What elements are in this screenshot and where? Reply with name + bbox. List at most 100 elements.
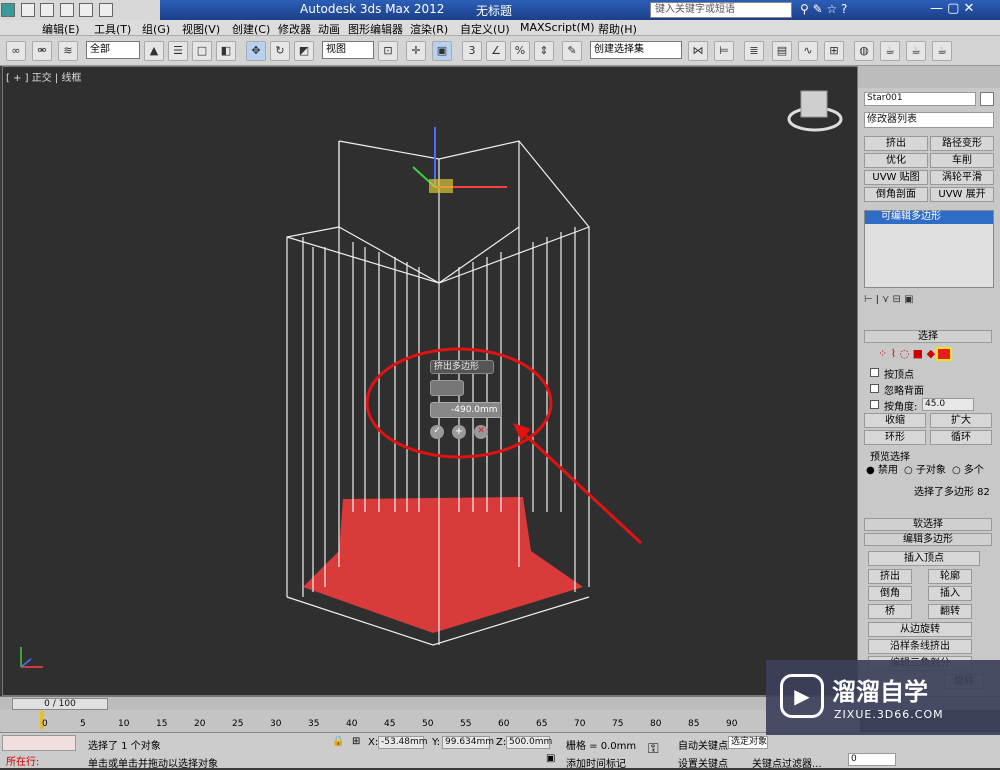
bevel-button[interactable]: 倒角 [868, 586, 912, 601]
menu-animation[interactable]: 动画 [318, 21, 340, 37]
mod-button-8[interactable]: UVW 展开 [930, 187, 994, 202]
menu-modifiers[interactable]: 修改器 [278, 21, 311, 37]
mod-button-1[interactable]: 挤出 [864, 136, 928, 151]
lock-icon[interactable]: 🔒 [332, 736, 344, 747]
polygon-mode-icon[interactable] [936, 347, 952, 361]
rendered-frame-icon[interactable]: ☕ [906, 41, 926, 61]
current-frame-field[interactable]: 0 [848, 753, 896, 766]
loop-button[interactable]: 循环 [930, 430, 992, 445]
menu-help[interactable]: 帮助(H) [598, 21, 637, 37]
extrude-along-spline-button[interactable]: 沿样条线挤出 [868, 639, 972, 654]
mod-button-3[interactable]: 优化 [864, 153, 928, 168]
preview-radio-1[interactable]: ● 禁用 [866, 461, 898, 476]
scale-icon[interactable]: ◩ [294, 41, 314, 61]
graphite-tools-icon[interactable]: ▤ [772, 41, 792, 61]
schematic-view-icon[interactable]: ⊞ [824, 41, 844, 61]
extrude-type-dropdown[interactable] [430, 380, 464, 396]
search-input[interactable]: 键入关键字或短语 [650, 2, 792, 18]
reference-coord-dropdown[interactable]: 视图 [322, 41, 374, 59]
link-icon[interactable]: ∞ [6, 41, 26, 61]
stack-item-editable-poly[interactable]: 可编辑多边形 [865, 211, 993, 224]
menu-rendering[interactable]: 渲染(R) [410, 21, 448, 37]
open-file-icon[interactable] [40, 3, 54, 17]
window-crossing-icon[interactable]: ◧ [216, 41, 236, 61]
menu-create[interactable]: 创建(C) [232, 21, 270, 37]
shrink-button[interactable]: 收缩 [864, 413, 926, 428]
ok-icon[interactable]: ✓ [430, 425, 444, 439]
menu-views[interactable]: 视图(V) [182, 21, 220, 37]
menu-edit[interactable]: 编辑(E) [42, 21, 80, 37]
new-file-icon[interactable] [20, 3, 35, 17]
modifier-list-dropdown[interactable]: 修改器列表 [864, 112, 994, 128]
outline-button[interactable]: 轮廓 [928, 569, 972, 584]
rect-selection-icon[interactable]: □ [192, 41, 212, 61]
render-setup-icon[interactable]: ☕ [880, 41, 900, 61]
z-coord-field[interactable]: 500.0mm [506, 736, 552, 749]
select-manipulate-icon[interactable]: ✛ [406, 41, 426, 61]
save-icon[interactable] [59, 3, 74, 17]
edit-named-sel-icon[interactable]: ✎ [562, 41, 582, 61]
angle-field[interactable]: 45.0 [922, 398, 974, 411]
keyboard-shortcut-icon[interactable]: ▣ [432, 41, 452, 61]
window-controls[interactable]: — ▢ ✕ [930, 1, 974, 16]
key-mode-dropdown[interactable]: 选定对象 [728, 736, 768, 749]
mod-button-7[interactable]: 倒角剖面 [864, 187, 928, 202]
stack-tool-icons[interactable]: ⊢ ǀ ⋎ ⊟ ▣ [864, 294, 994, 308]
apply-icon[interactable]: + [452, 425, 466, 439]
rollout-soft-selection[interactable]: 软选择 [864, 518, 992, 531]
named-selection-dropdown[interactable]: 创建选择集 [590, 41, 682, 59]
by-angle-checkbox[interactable] [870, 400, 879, 409]
key-icon[interactable]: ⚿ [648, 741, 659, 757]
preview-radio-3[interactable]: ○ 多个 [952, 461, 984, 476]
inset-button[interactable]: 插入 [928, 586, 972, 601]
app-logo-icon[interactable] [1, 3, 15, 17]
select-by-name-icon[interactable]: ☰ [168, 41, 188, 61]
cancel-icon[interactable]: ✕ [474, 425, 488, 439]
angle-snap-icon[interactable]: ∠ [486, 41, 506, 61]
rollout-selection[interactable]: 选择 [864, 330, 992, 343]
object-name-field[interactable]: Star001 [864, 92, 976, 106]
rollout-edit-polygons[interactable]: 编辑多边形 [864, 533, 992, 546]
flip-button[interactable]: 翻转 [928, 604, 972, 619]
menu-maxscript[interactable]: MAXScript(M) [520, 21, 595, 34]
curve-editor-icon[interactable]: ∿ [798, 41, 818, 61]
insert-vertex-button[interactable]: 插入顶点 [868, 551, 980, 566]
panel-tabs[interactable] [858, 66, 1000, 88]
menu-graph-editors[interactable]: 图形编辑器 [348, 21, 403, 37]
absolute-mode-icon[interactable]: ⊞ [352, 736, 360, 747]
unlink-icon[interactable]: ⚮ [32, 41, 52, 61]
material-editor-icon[interactable]: ◍ [854, 41, 874, 61]
spinner-snap-icon[interactable]: ⇕ [534, 41, 554, 61]
bind-spacewarp-icon[interactable]: ≋ [58, 41, 78, 61]
undo-icon[interactable] [79, 3, 93, 17]
mirror-icon[interactable]: ⋈ [688, 41, 708, 61]
layer-manager-icon[interactable]: ≣ [744, 41, 764, 61]
select-object-icon[interactable]: ▲ [144, 41, 164, 61]
add-time-tag-icon[interactable]: ▣ [546, 753, 555, 764]
by-vertex-checkbox[interactable] [870, 368, 879, 377]
menu-group[interactable]: 组(G) [142, 21, 170, 37]
grow-button[interactable]: 扩大 [930, 413, 992, 428]
extrude-button[interactable]: 挤出 [868, 569, 912, 584]
maxscript-listener[interactable] [2, 735, 76, 751]
ignore-backfacing-checkbox[interactable] [870, 384, 879, 393]
hinge-from-edge-button[interactable]: 从边旋转 [868, 622, 972, 637]
snap-toggle-icon[interactable]: 3 [462, 41, 482, 61]
track-bar[interactable]: 0 5 10 15 20 25 30 35 40 45 50 55 60 65 70 75 80 85 90 [0, 710, 860, 732]
selection-filter-dropdown[interactable]: 全部 [86, 41, 140, 59]
bridge-button[interactable]: 桥 [868, 604, 912, 619]
redo-icon[interactable] [98, 3, 113, 17]
extrude-height-field[interactable]: -490.0mm [430, 402, 502, 418]
y-coord-field[interactable]: 99.634mm [442, 736, 494, 749]
mod-button-6[interactable]: 涡轮平滑 [930, 170, 994, 185]
preview-radio-2[interactable]: ○ 子对象 [904, 461, 946, 476]
help-tools-icons[interactable]: ⚲ ✎ ☆ ? [800, 2, 847, 16]
mod-button-2[interactable]: 路径变形 [930, 136, 994, 151]
pivot-icon[interactable]: ⊡ [378, 41, 398, 61]
render-icon[interactable]: ☕ [932, 41, 952, 61]
object-color-swatch[interactable] [980, 92, 994, 106]
mod-button-5[interactable]: UVW 贴图 [864, 170, 928, 185]
auto-key-button[interactable]: 自动关键点 [678, 737, 728, 752]
menu-customize[interactable]: 自定义(U) [460, 21, 510, 37]
subobject-icons[interactable]: ⁘ ⌇ ◌ ■ ◆ [878, 347, 988, 361]
